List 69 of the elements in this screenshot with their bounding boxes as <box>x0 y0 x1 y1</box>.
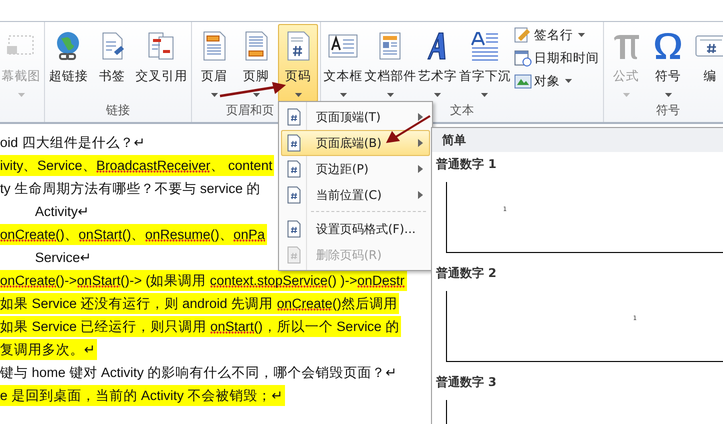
caret-icon <box>481 93 488 97</box>
caret-icon <box>252 93 260 97</box>
group-label: 页眉和页 <box>226 103 274 117</box>
delete-page-number-icon <box>286 246 302 264</box>
caret-icon <box>434 93 441 97</box>
menu-item[interactable]: 页面底端(B) <box>281 130 430 156</box>
ribbon-button[interactable]: 文本框 <box>323 24 363 102</box>
caret-icon <box>210 93 218 97</box>
document-text: ty 生命周期方法有哪些？不要与 service 的 <box>0 180 262 198</box>
document-text: Activity↵ <box>35 203 90 221</box>
caret-icon <box>340 93 346 97</box>
page-bottom-icon <box>286 134 302 152</box>
document-text: onCreate()->onStart()-> (如果调用 context.stopService() )->onDestr <box>0 270 407 291</box>
group-label: 链接 <box>106 103 130 117</box>
document-text: 如果 Service 已经运行，则只调用 onStart()，所以一个 Service 的 <box>0 316 402 337</box>
ribbon-button[interactable]: 页脚 <box>236 24 276 102</box>
menu-item[interactable]: 设置页码格式(F)... <box>281 216 430 242</box>
annotation-arrow <box>218 80 288 100</box>
menu-item[interactable]: 页面顶端(T) <box>281 104 430 130</box>
group-label: 符号 <box>656 103 680 117</box>
ribbon-button[interactable]: 符号 <box>648 24 688 102</box>
caret-icon <box>578 33 585 37</box>
document-text: onCreate()、onStart()、onResume()、onPa <box>0 224 267 245</box>
group-label: 文本 <box>450 103 474 117</box>
drop-cap-icon <box>468 30 501 62</box>
document-text: oid 四大组件是什么？↵ <box>0 134 146 152</box>
submenu-arrow-icon <box>418 165 423 173</box>
calendar-clock-icon <box>514 49 532 67</box>
caret-icon <box>386 93 394 97</box>
submenu-arrow-icon <box>418 113 423 121</box>
document-text: 复调用多次。↵ <box>0 339 98 360</box>
document-text: ivity、Service、BroadcastReceiver、 content <box>0 155 274 176</box>
ribbon-small-button[interactable]: 签名行 <box>512 25 601 45</box>
ribbon-button[interactable]: 页眉 <box>194 24 234 102</box>
menu-item[interactable]: 当前位置(C) <box>281 182 430 208</box>
document-text: Service↵ <box>35 249 92 267</box>
omega-icon <box>652 30 684 62</box>
ribbon-button[interactable]: 超链接 <box>47 24 90 102</box>
signature-line-icon <box>514 26 532 44</box>
caret-icon <box>294 93 302 97</box>
gallery-item-label: 普通数字 1 <box>436 156 498 173</box>
document-text: e 是回到桌面，当前的 Activity 不会被销毁；↵ <box>0 385 285 406</box>
page-number-button[interactable]: 页码 <box>278 24 318 102</box>
ribbon-button[interactable]: 书签 <box>92 24 132 102</box>
current-position-icon <box>286 186 302 204</box>
submenu-arrow-icon <box>418 139 423 147</box>
document-text: 如果 Service 还没有运行，则 android 先调用 onCreate()然后调用 <box>0 293 400 314</box>
ribbon-small-button[interactable]: 日期和时间 <box>512 48 601 68</box>
caret-icon <box>565 79 572 83</box>
ribbon-button[interactable]: 首字下沉 <box>460 24 510 102</box>
gallery-item-label: 普通数字 2 <box>436 265 498 282</box>
gallery-header: 简单 <box>432 128 723 152</box>
ribbon-button[interactable]: 文档部件 <box>365 24 416 102</box>
ribbon-button[interactable]: 编 <box>690 24 723 102</box>
caret-icon <box>622 93 630 97</box>
caret-icon <box>18 93 24 97</box>
submenu-arrow-icon <box>418 191 423 199</box>
annotation-arrow <box>384 114 432 144</box>
page-margin-icon <box>286 160 302 178</box>
document-text: 键与 home 键对 Activity 的影响有什么不同，哪个会销毁页面？↵ <box>0 364 398 382</box>
caret-icon <box>664 93 672 97</box>
object-icon <box>514 72 532 90</box>
menu-item[interactable]: 页边距(P) <box>281 156 430 182</box>
format-page-number-icon <box>286 220 302 238</box>
ribbon-button[interactable]: 艺术字 <box>418 24 458 102</box>
page-top-icon <box>286 108 302 126</box>
ribbon-small-button[interactable]: 对象 <box>512 71 601 91</box>
ribbon-button[interactable]: 交叉引用 <box>134 24 189 102</box>
gallery-item-label: 普通数字 3 <box>436 374 498 391</box>
